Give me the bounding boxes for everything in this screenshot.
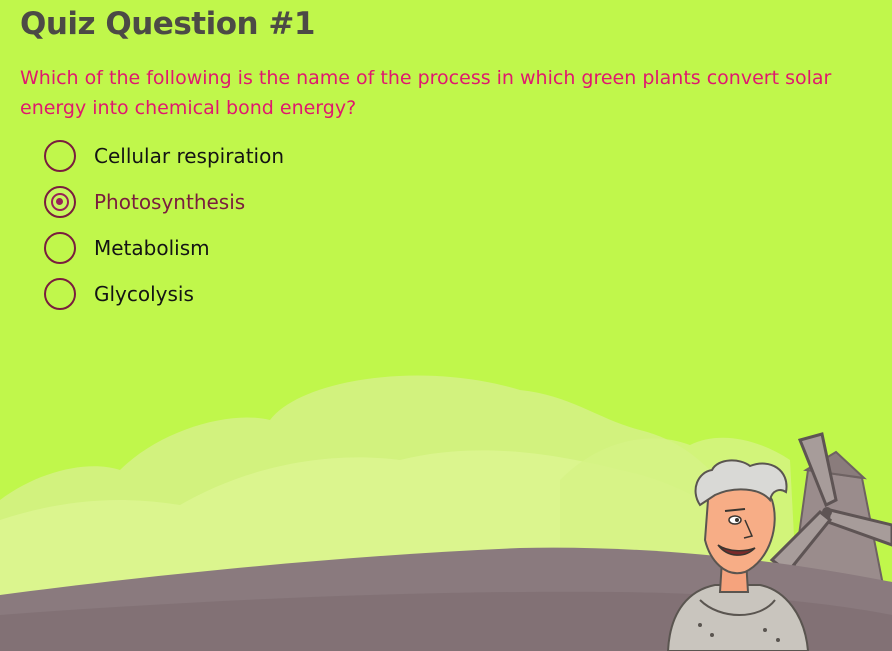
option-glycolysis[interactable]: Glycolysis [44,276,344,312]
radio-button[interactable] [44,232,76,264]
option-metabolism[interactable]: Metabolism [44,230,344,266]
radio-selected-dot [51,193,69,211]
option-cellular-respiration[interactable]: Cellular respiration [44,138,344,174]
radio-button[interactable] [44,278,76,310]
option-photosynthesis[interactable]: Photosynthesis [44,184,344,220]
option-label[interactable]: Photosynthesis [94,190,245,214]
radio-button[interactable] [44,186,76,218]
option-label[interactable]: Cellular respiration [94,144,284,168]
option-label[interactable]: Glycolysis [94,282,194,306]
radio-button[interactable] [44,140,76,172]
option-label[interactable]: Metabolism [94,236,210,260]
quiz-title: Quiz Question #1 [20,6,315,42]
question-text: Which of the following is the name of th… [20,67,832,119]
